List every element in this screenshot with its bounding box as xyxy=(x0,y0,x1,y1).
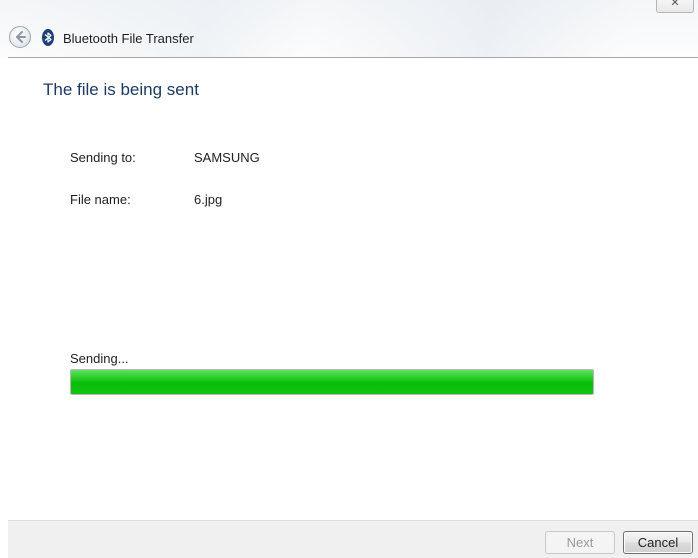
sending-to-value: SAMSUNG xyxy=(194,150,260,165)
bluetooth-icon xyxy=(42,29,54,46)
progress-label: Sending... xyxy=(70,351,129,366)
back-button[interactable] xyxy=(9,26,31,48)
file-name-value: 6.jpg xyxy=(194,192,223,207)
window-title: Bluetooth File Transfer xyxy=(63,31,194,46)
bluetooth-transfer-window: ✕ Bluetooth File Transfer The file is be… xyxy=(0,0,698,558)
file-name-label: File name: xyxy=(70,192,131,207)
page-heading: The file is being sent xyxy=(43,80,199,99)
close-icon: ✕ xyxy=(670,0,680,9)
progress-bar xyxy=(70,369,594,395)
title-bar-glass xyxy=(0,0,698,58)
back-arrow-icon xyxy=(16,31,26,43)
sending-to-label: Sending to: xyxy=(70,150,136,165)
progress-bar-fill xyxy=(71,370,593,394)
cancel-button[interactable]: Cancel xyxy=(623,531,693,554)
title-divider xyxy=(8,57,698,58)
next-button[interactable]: Next xyxy=(545,531,615,554)
close-button[interactable]: ✕ xyxy=(656,0,694,13)
